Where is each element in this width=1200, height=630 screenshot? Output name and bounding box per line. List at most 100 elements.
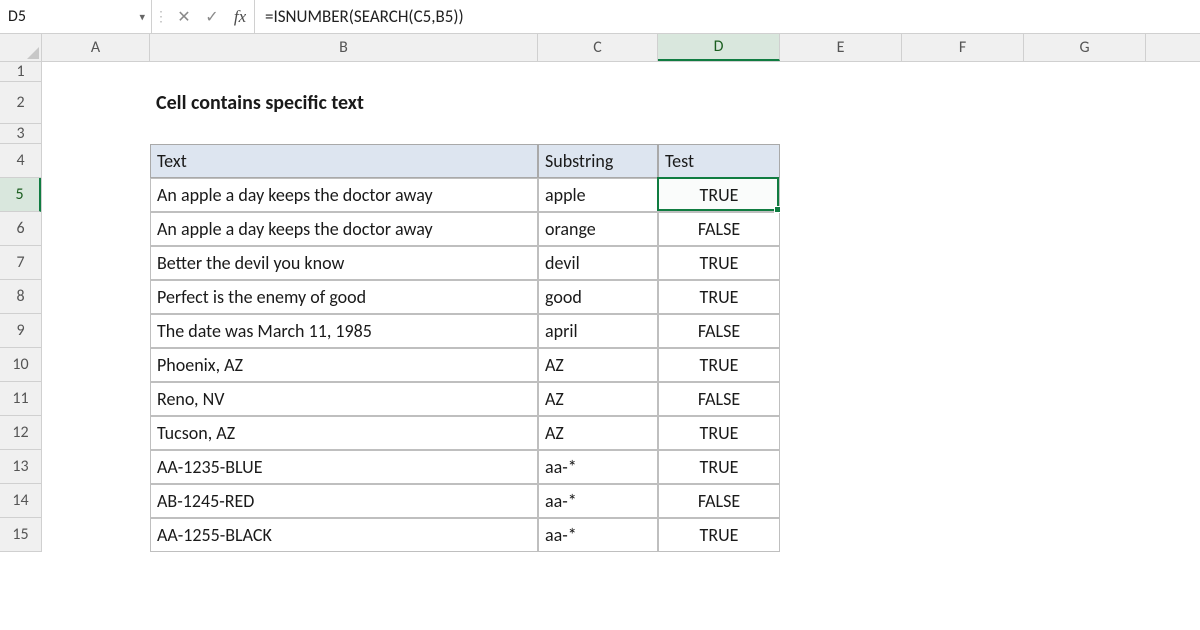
- row-header-12[interactable]: 12: [0, 416, 41, 450]
- table-cell-text[interactable]: The date was March 11, 1985: [150, 314, 538, 348]
- cell[interactable]: [902, 484, 1024, 518]
- cell[interactable]: [902, 124, 1024, 144]
- col-header-F[interactable]: F: [902, 34, 1024, 61]
- cell[interactable]: [1024, 280, 1146, 314]
- table-cell-text[interactable]: An apple a day keeps the doctor away: [150, 212, 538, 246]
- cell[interactable]: [1024, 212, 1146, 246]
- cell[interactable]: [780, 450, 902, 484]
- cell[interactable]: [902, 314, 1024, 348]
- accept-icon[interactable]: ✓: [198, 0, 226, 33]
- cell[interactable]: [658, 124, 780, 144]
- table-cell-substring[interactable]: aa-*: [538, 518, 658, 552]
- table-cell-text[interactable]: AB-1245-RED: [150, 484, 538, 518]
- cell[interactable]: [538, 124, 658, 144]
- table-cell-substring[interactable]: aa-*: [538, 450, 658, 484]
- cell[interactable]: [780, 416, 902, 450]
- cell[interactable]: [902, 212, 1024, 246]
- cell[interactable]: [780, 144, 902, 178]
- col-header-C[interactable]: C: [538, 34, 658, 61]
- table-cell-text[interactable]: Phoenix, AZ: [150, 348, 538, 382]
- row-header-4[interactable]: 4: [0, 144, 41, 178]
- cell[interactable]: [658, 62, 780, 82]
- cell[interactable]: [902, 382, 1024, 416]
- col-header-H[interactable]: H: [1146, 34, 1200, 61]
- table-cell-test[interactable]: FALSE: [658, 382, 780, 416]
- table-cell-text[interactable]: Perfect is the enemy of good: [150, 280, 538, 314]
- row-header-1[interactable]: 1: [0, 62, 41, 82]
- cell[interactable]: [780, 518, 902, 552]
- cell[interactable]: [1146, 416, 1200, 450]
- cell[interactable]: [42, 280, 150, 314]
- cell[interactable]: [780, 62, 902, 82]
- table-cell-substring[interactable]: aa-*: [538, 484, 658, 518]
- cell[interactable]: [780, 124, 902, 144]
- cell[interactable]: [42, 144, 150, 178]
- cell[interactable]: [902, 416, 1024, 450]
- cell[interactable]: [42, 416, 150, 450]
- cell[interactable]: [42, 82, 150, 124]
- cell[interactable]: [1146, 484, 1200, 518]
- cell[interactable]: [1146, 246, 1200, 280]
- table-cell-test[interactable]: FALSE: [658, 212, 780, 246]
- cell[interactable]: [1024, 382, 1146, 416]
- cell[interactable]: [902, 518, 1024, 552]
- cell[interactable]: [780, 82, 902, 124]
- cell[interactable]: [42, 62, 150, 82]
- cell[interactable]: [780, 314, 902, 348]
- cell[interactable]: [1146, 382, 1200, 416]
- select-all-corner[interactable]: [0, 34, 42, 62]
- row-header-3[interactable]: 3: [0, 124, 41, 144]
- cell[interactable]: [902, 82, 1024, 124]
- table-cell-substring[interactable]: april: [538, 314, 658, 348]
- cell[interactable]: [902, 450, 1024, 484]
- cell[interactable]: [538, 62, 658, 82]
- table-cell-substring[interactable]: AZ: [538, 382, 658, 416]
- fx-icon[interactable]: fx: [226, 0, 254, 33]
- cell[interactable]: [1146, 314, 1200, 348]
- cell[interactable]: [1146, 62, 1200, 82]
- cell[interactable]: [902, 178, 1024, 212]
- row-header-13[interactable]: 13: [0, 450, 41, 484]
- cell[interactable]: [42, 212, 150, 246]
- cell[interactable]: [1146, 518, 1200, 552]
- row-header-9[interactable]: 9: [0, 314, 41, 348]
- cell[interactable]: [1146, 82, 1200, 124]
- cell[interactable]: [780, 348, 902, 382]
- cell[interactable]: [150, 62, 538, 82]
- cell[interactable]: [1024, 82, 1146, 124]
- table-cell-substring[interactable]: devil: [538, 246, 658, 280]
- cell[interactable]: [538, 82, 658, 124]
- name-box[interactable]: D5 ▾: [0, 0, 152, 33]
- table-cell-substring[interactable]: apple: [538, 178, 658, 212]
- cell[interactable]: [658, 82, 780, 124]
- table-cell-text[interactable]: AA-1235-BLUE: [150, 450, 538, 484]
- table-cell-text[interactable]: Tucson, AZ: [150, 416, 538, 450]
- table-cell-substring[interactable]: AZ: [538, 348, 658, 382]
- cell[interactable]: [1146, 280, 1200, 314]
- table-cell-text[interactable]: An apple a day keeps the doctor away: [150, 178, 538, 212]
- col-header-E[interactable]: E: [780, 34, 902, 61]
- cell[interactable]: [42, 314, 150, 348]
- cell[interactable]: [42, 518, 150, 552]
- row-header-11[interactable]: 11: [0, 382, 41, 416]
- table-header-test[interactable]: Test: [658, 144, 780, 178]
- cell[interactable]: [902, 280, 1024, 314]
- table-cell-substring[interactable]: orange: [538, 212, 658, 246]
- cell[interactable]: [780, 484, 902, 518]
- cell[interactable]: [1146, 124, 1200, 144]
- cell[interactable]: [42, 246, 150, 280]
- table-cell-text[interactable]: Reno, NV: [150, 382, 538, 416]
- table-header-text[interactable]: Text: [150, 144, 538, 178]
- cell[interactable]: [780, 212, 902, 246]
- row-header-2[interactable]: 2: [0, 82, 41, 124]
- cell[interactable]: [1146, 450, 1200, 484]
- col-header-B[interactable]: B: [150, 34, 538, 61]
- cell[interactable]: [42, 124, 150, 144]
- cell[interactable]: [1024, 348, 1146, 382]
- table-cell-test[interactable]: TRUE: [658, 246, 780, 280]
- table-cell-test[interactable]: TRUE: [658, 518, 780, 552]
- cell[interactable]: [1146, 178, 1200, 212]
- col-header-D[interactable]: D: [658, 34, 780, 61]
- cell[interactable]: [1024, 62, 1146, 82]
- cell[interactable]: [1024, 246, 1146, 280]
